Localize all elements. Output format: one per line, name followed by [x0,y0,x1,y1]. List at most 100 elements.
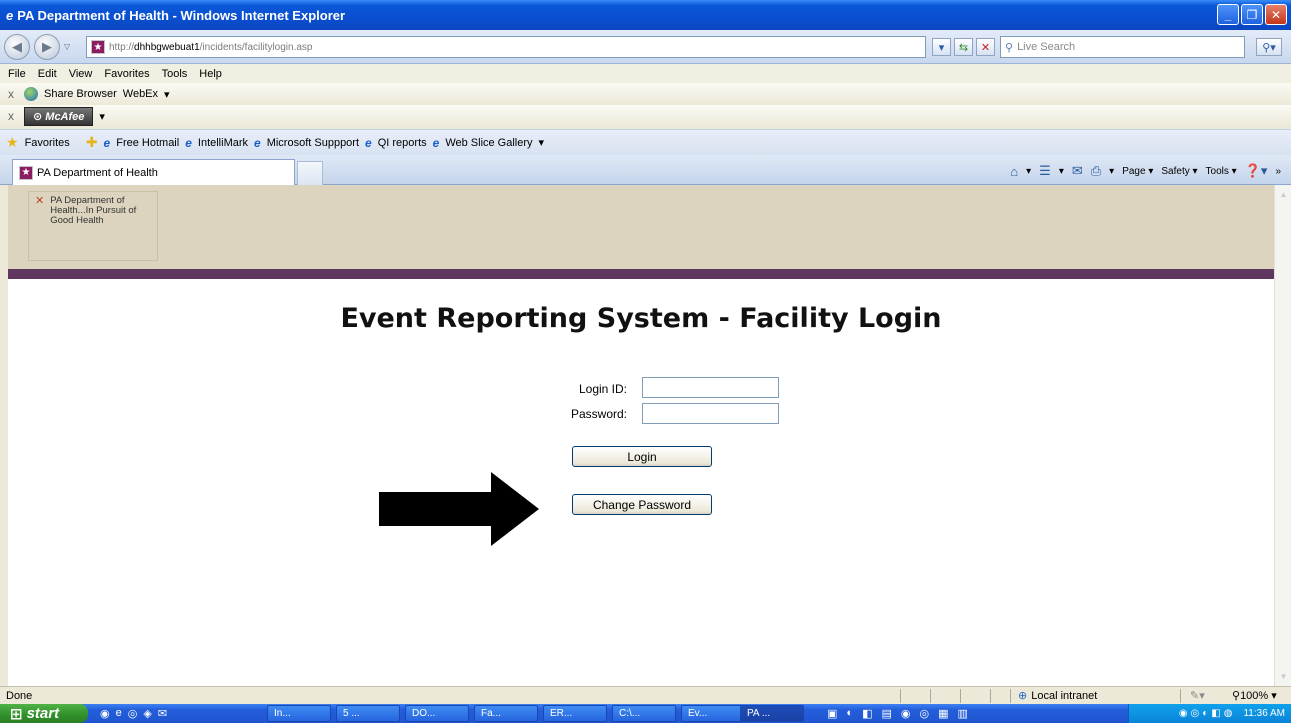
close-toolbar-icon[interactable]: x [8,87,14,101]
menu-tools[interactable]: Tools [162,68,188,80]
taskbar-item[interactable]: Ev... [681,705,745,722]
mcafee-label: McAfee [45,110,85,123]
favorites-button[interactable]: Favorites [25,137,70,149]
tray-icons[interactable]: ◉◎◐◧◍ [1179,708,1236,719]
fav-item[interactable]: QI reports [378,137,427,149]
arrow-pointer-icon [379,472,539,546]
search-input[interactable]: ⚲ Live Search [1000,36,1245,58]
restore-button[interactable]: ❐ [1241,4,1263,25]
webex-dropdown-icon[interactable]: ▾ [164,88,170,101]
taskbar-icon[interactable]: ▥ [958,707,968,720]
web-slice-dropdown-icon[interactable]: ▾ [539,136,545,149]
taskbar-item-active[interactable]: PA ... [740,705,804,722]
start-button[interactable]: ⊞ start [0,704,88,723]
scroll-up-icon[interactable]: ▲ [1276,187,1291,202]
password-input[interactable] [642,403,779,424]
ie-page-icon: e [185,135,192,150]
vertical-scrollbar[interactable]: ▲ ▼ [1274,185,1291,686]
taskbar: ⊞ start ◉ e ◎ ◈ ✉ In... 5 ... DO... Fa..… [0,704,1291,723]
window-titlebar[interactable]: e PA Department of Health - Windows Inte… [0,0,1291,30]
add-favorite-icon[interactable]: ✚ [86,134,98,151]
url-prefix: http:// [109,41,135,53]
taskbar-item[interactable]: Fa... [474,705,538,722]
zoom-level[interactable]: ⚲100% ▾ [1232,689,1277,702]
taskbar-icon[interactable]: ◉ [901,707,911,720]
quick-launch-icon[interactable]: ◈ [143,707,151,720]
status-divider [990,689,991,703]
home-icon[interactable]: ⌂ [1010,164,1018,179]
scroll-down-icon[interactable]: ▼ [1276,669,1291,684]
taskbar-icon[interactable]: ◎ [919,707,929,720]
taskbar-icon[interactable]: ▦ [938,707,948,720]
taskbar-icon[interactable]: ▤ [881,707,891,720]
refresh-button[interactable]: ⇆ [954,38,973,56]
quick-launch-icon[interactable]: ◉ [100,707,110,720]
mcafee-dropdown-icon[interactable]: ▾ [99,110,105,123]
mcafee-button[interactable]: ⊙ McAfee [24,106,94,126]
fav-item[interactable]: IntelliMark [198,137,248,149]
page-title: Event Reporting System - Facility Login [340,303,942,334]
menu-edit[interactable]: Edit [38,68,57,80]
taskbar-item[interactable]: C:\... [612,705,676,722]
safety-menu-label: Safety [1161,165,1190,177]
minimize-button[interactable]: _ [1217,4,1239,25]
taskbar-icon[interactable]: ▣ [827,707,837,720]
fav-item[interactable]: Free Hotmail [116,137,179,149]
security-zone[interactable]: ⊕ Local intranet [1018,689,1097,703]
change-password-button[interactable]: Change Password [572,494,712,515]
print-icon[interactable]: ⎙ [1091,163,1101,179]
new-tab-button[interactable] [297,161,323,185]
clock: 11:36 AM [1243,708,1285,719]
close-button[interactable]: ✕ [1265,4,1287,25]
home-dropdown-icon[interactable]: ▾ [1026,166,1031,177]
ie-page-icon: e [254,135,261,150]
banner-alt-text: PA Department of Health...In Pursuit of … [50,195,137,226]
url-host: dhhbgwebuat1 [134,41,200,53]
taskbar-item[interactable]: DO... [405,705,469,722]
taskbar-icon[interactable]: ◧ [862,707,872,720]
fav-item[interactable]: Microsoft Suppport [267,137,359,149]
mail-icon[interactable]: ✉ [1072,163,1083,179]
window-title: PA Department of Health - Windows Intern… [17,7,346,23]
tab-pa-department[interactable]: ★ PA Department of Health [12,159,295,185]
menu-favorites[interactable]: Favorites [104,68,149,80]
page-menu[interactable]: Page ▾ [1122,166,1153,177]
search-go-button[interactable]: ⚲▾ [1256,38,1282,56]
taskbar-icon[interactable]: ◐ [846,707,853,720]
share-browser-icon [24,87,38,101]
taskbar-item[interactable]: In... [267,705,331,722]
menu-view[interactable]: View [69,68,93,80]
taskbar-item[interactable]: ER... [543,705,607,722]
feeds-icon[interactable]: ☰ [1039,163,1051,179]
close-toolbar-icon[interactable]: x [8,109,14,123]
print-dropdown-icon[interactable]: ▾ [1109,166,1114,177]
share-browser-button[interactable]: Share Browser [44,88,117,100]
quick-launch-icon[interactable]: ◎ [128,707,138,720]
fav-item[interactable]: Web Slice Gallery [445,137,532,149]
history-dropdown-icon[interactable]: ▽ [64,42,70,51]
menu-help[interactable]: Help [199,68,222,80]
back-button[interactable]: ◀ [4,33,30,60]
window-controls: _ ❐ ✕ [1217,4,1287,25]
safety-menu[interactable]: Safety ▾ [1161,166,1197,177]
forward-button[interactable]: ▶ [34,33,60,60]
login-id-input[interactable] [642,377,779,398]
quick-launch-icon[interactable]: e [116,707,122,720]
stop-button[interactable]: ✕ [976,38,995,56]
login-id-label: Login ID: [578,382,627,396]
webex-button[interactable]: WebEx [123,88,158,100]
taskbar-item[interactable]: 5 ... [336,705,400,722]
url-path: /incidents/facilitylogin.asp [199,41,313,53]
menu-file[interactable]: File [8,68,26,80]
search-placeholder: Live Search [1017,41,1076,53]
tools-menu[interactable]: Tools ▾ [1206,166,1237,177]
protected-mode-icon[interactable]: ✎▾ [1190,689,1205,702]
chevron-right-icon[interactable]: » [1275,166,1281,177]
ie-logo-icon: e [6,7,14,23]
help-icon[interactable]: ❓▾ [1245,163,1268,179]
quick-launch-icon[interactable]: ✉ [158,707,167,720]
address-dropdown-button[interactable]: ▾ [932,38,951,56]
feeds-dropdown-icon[interactable]: ▾ [1059,166,1064,177]
login-button[interactable]: Login [572,446,712,467]
address-bar[interactable]: ★ http:// dhhbgwebuat1 /incidents/facili… [86,36,926,58]
